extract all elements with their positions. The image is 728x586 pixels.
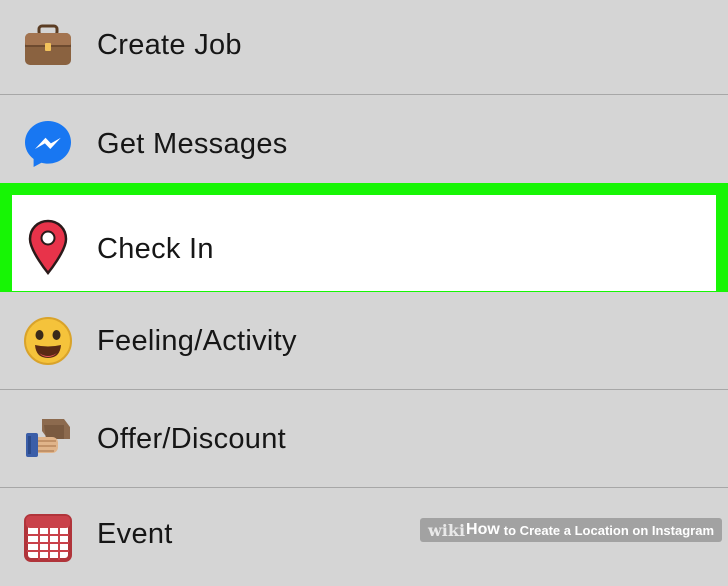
offer-tag-hand-icon — [22, 413, 74, 465]
watermark-how: How — [466, 521, 500, 538]
watermark-title: to Create a Location on Instagram — [503, 522, 714, 538]
calendar-event-icon — [22, 512, 74, 564]
menu-item-get-messages[interactable]: Get Messages — [0, 95, 728, 193]
composer-options-menu: Create Job Get Messages Check In Feeling… — [0, 0, 728, 586]
menu-item-label: Get Messages — [97, 127, 288, 160]
menu-item-label: Feeling/Activity — [97, 324, 297, 357]
watermark-wiki: wiki — [428, 520, 466, 540]
menu-item-label: Create Job — [97, 28, 242, 61]
wikihow-watermark: wiki How to Create a Location on Instagram — [420, 518, 722, 542]
briefcase-icon — [22, 19, 74, 71]
menu-item-create-job[interactable]: Create Job — [0, 0, 728, 94]
menu-item-check-in[interactable]: Check In — [0, 183, 728, 303]
messenger-icon — [22, 118, 74, 170]
menu-item-feeling-activity[interactable]: Feeling/Activity — [0, 292, 728, 390]
smiley-face-icon — [22, 315, 74, 367]
menu-item-label: Offer/Discount — [97, 422, 287, 455]
location-pin-icon — [26, 219, 70, 275]
menu-item-label: Event — [97, 518, 173, 550]
menu-item-offer-discount[interactable]: Offer/Discount — [0, 390, 728, 488]
menu-item-label: Check In — [97, 233, 214, 265]
